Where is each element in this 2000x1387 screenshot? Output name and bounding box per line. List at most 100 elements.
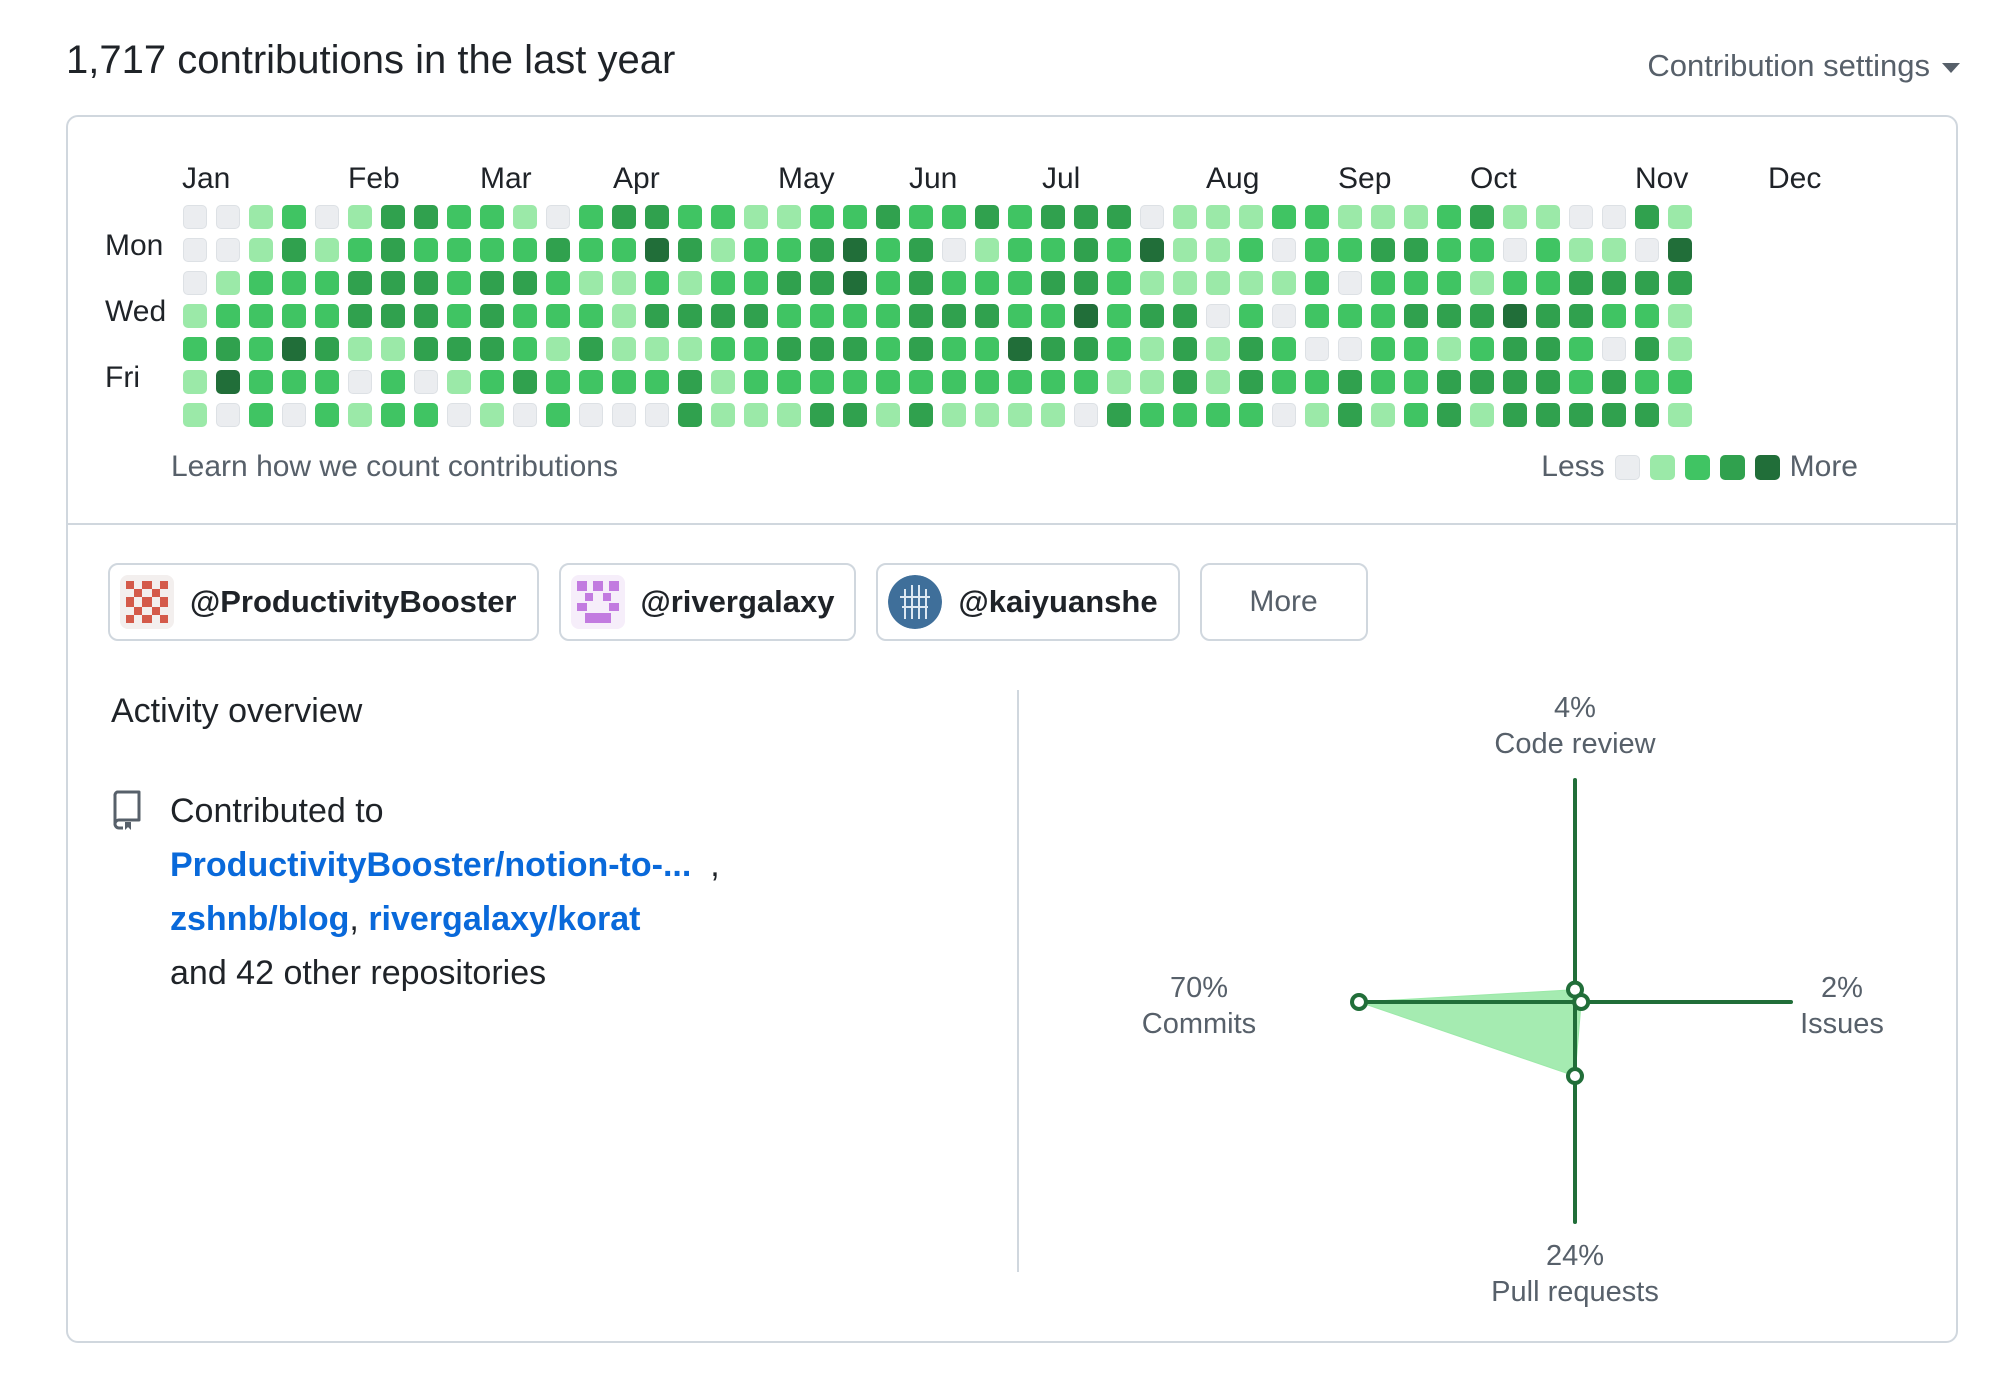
contribution-day[interactable] [1338,304,1362,328]
contribution-day[interactable] [1173,271,1197,295]
contribution-day[interactable] [216,337,240,361]
org-button-kaiyuanshe[interactable]: @kaiyuanshe [876,563,1180,641]
contribution-day[interactable] [1404,271,1428,295]
contribution-day[interactable] [1041,403,1065,427]
repo-link[interactable]: ProductivityBooster/notion-to-... [170,846,691,884]
contribution-day[interactable] [1668,403,1692,427]
contribution-day[interactable] [711,337,735,361]
contribution-day[interactable] [1074,304,1098,328]
contribution-day[interactable] [1107,238,1131,262]
contribution-day[interactable] [579,238,603,262]
contribution-day[interactable] [744,205,768,229]
contribution-day[interactable] [1173,304,1197,328]
contribution-day[interactable] [579,370,603,394]
contribution-day[interactable] [1074,337,1098,361]
contribution-day[interactable] [810,337,834,361]
contribution-day[interactable] [249,403,273,427]
contribution-day[interactable] [1668,205,1692,229]
contribution-day[interactable] [1305,304,1329,328]
contribution-day[interactable] [975,337,999,361]
contribution-day[interactable] [480,337,504,361]
contribution-day[interactable] [1371,304,1395,328]
contribution-day[interactable] [1635,370,1659,394]
contribution-day[interactable] [249,370,273,394]
contribution-day[interactable] [843,370,867,394]
contribution-day[interactable] [1503,370,1527,394]
contribution-day[interactable] [1041,238,1065,262]
contribution-day[interactable] [711,271,735,295]
contribution-day[interactable] [249,205,273,229]
contribution-day[interactable] [1239,370,1263,394]
contribution-day[interactable] [942,205,966,229]
contribution-day[interactable] [447,337,471,361]
contribution-day[interactable] [942,337,966,361]
contribution-day[interactable] [1008,403,1032,427]
contribution-day[interactable] [1404,205,1428,229]
contribution-day[interactable] [777,370,801,394]
contribution-day[interactable] [612,271,636,295]
contribution-day[interactable] [1437,271,1461,295]
contribution-day[interactable] [1041,271,1065,295]
contribution-day[interactable] [381,403,405,427]
contribution-day[interactable] [414,304,438,328]
contribution-day[interactable] [975,403,999,427]
contribution-day[interactable] [579,205,603,229]
contribution-day[interactable] [1569,370,1593,394]
contribution-day[interactable] [1272,370,1296,394]
contribution-day[interactable] [1371,403,1395,427]
contribution-day[interactable] [942,403,966,427]
contribution-day[interactable] [579,337,603,361]
contribution-day[interactable] [1569,205,1593,229]
contribution-day[interactable] [414,370,438,394]
contribution-day[interactable] [645,403,669,427]
contribution-day[interactable] [975,238,999,262]
contribution-day[interactable] [348,337,372,361]
contribution-day[interactable] [579,271,603,295]
contribution-day[interactable] [1602,337,1626,361]
contribution-day[interactable] [348,370,372,394]
contribution-day[interactable] [480,271,504,295]
contribution-day[interactable] [513,205,537,229]
contribution-day[interactable] [414,403,438,427]
contribution-day[interactable] [1635,337,1659,361]
contribution-day[interactable] [1404,403,1428,427]
contribution-day[interactable] [1635,403,1659,427]
contribution-day[interactable] [645,304,669,328]
contribution-day[interactable] [447,304,471,328]
org-button-rivergalaxy[interactable]: @rivergalaxy [558,563,857,641]
contribution-day[interactable] [216,271,240,295]
contribution-day[interactable] [216,403,240,427]
contribution-day[interactable] [216,205,240,229]
contribution-day[interactable] [282,337,306,361]
contribution-day[interactable] [678,238,702,262]
contribution-day[interactable] [810,304,834,328]
contribution-day[interactable] [744,370,768,394]
contribution-day[interactable] [447,238,471,262]
contribution-day[interactable] [1470,205,1494,229]
contribution-day[interactable] [843,238,867,262]
contribution-day[interactable] [315,238,339,262]
contribution-day[interactable] [216,238,240,262]
contribution-day[interactable] [1140,238,1164,262]
contribution-day[interactable] [480,403,504,427]
contribution-day[interactable] [1305,271,1329,295]
contribution-day[interactable] [843,205,867,229]
contribution-day[interactable] [1602,370,1626,394]
contribution-day[interactable] [1437,337,1461,361]
contribution-day[interactable] [1371,337,1395,361]
contribution-day[interactable] [381,337,405,361]
contribution-day[interactable] [1470,304,1494,328]
contribution-day[interactable] [1635,205,1659,229]
contribution-day[interactable] [1437,205,1461,229]
contribution-day[interactable] [1206,238,1230,262]
contribution-day[interactable] [1107,337,1131,361]
contribution-day[interactable] [1239,238,1263,262]
contribution-day[interactable] [1536,370,1560,394]
contribution-day[interactable] [1305,337,1329,361]
contribution-day[interactable] [1074,403,1098,427]
contribution-day[interactable] [183,238,207,262]
contribution-day[interactable] [1305,205,1329,229]
contribution-day[interactable] [810,403,834,427]
contribution-day[interactable] [1536,304,1560,328]
contribution-day[interactable] [1272,337,1296,361]
